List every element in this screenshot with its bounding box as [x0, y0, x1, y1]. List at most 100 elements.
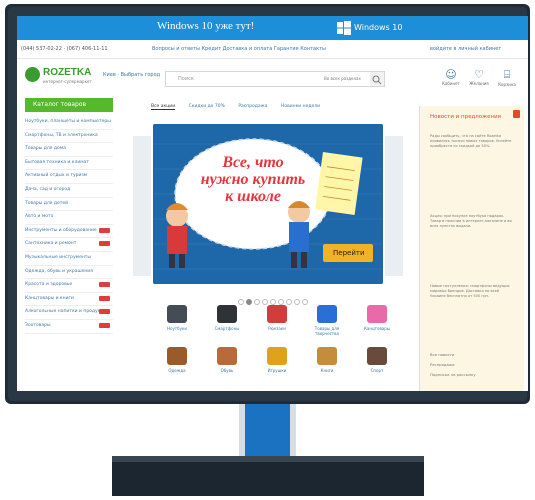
product-tile[interactable]: Одежда — [153, 344, 201, 382]
category-label: Авто и мото — [25, 214, 54, 220]
news-footer-link[interactable]: Все новости — [430, 352, 454, 357]
category-item[interactable]: Активный отдых и туризм — [25, 170, 113, 184]
category-item[interactable]: Товары для детей — [25, 198, 113, 212]
category-item[interactable]: Канцтовары и книги — [25, 293, 113, 307]
tab-new[interactable]: Новинки недели — [281, 104, 320, 109]
category-label: Красота и здоровье — [25, 282, 73, 288]
catalog-button[interactable]: Каталог товаров — [25, 98, 113, 112]
city-selector[interactable]: Киев · Выбрать город — [103, 72, 160, 78]
category-label: Бытовая техника и климат — [25, 159, 90, 165]
product-tile[interactable]: Спорт — [353, 344, 401, 382]
rozetka-logo[interactable]: ROZETKA интернет-супермаркет — [25, 65, 95, 89]
category-item[interactable]: Смартфоны, ТВ и электроника — [25, 130, 113, 144]
banner-line-3: к школе — [225, 188, 281, 205]
product-label: Книги — [320, 368, 334, 373]
product-image — [217, 305, 237, 323]
product-image — [217, 347, 237, 365]
product-tile[interactable]: Смартфоны — [203, 302, 251, 340]
next-banner-peek[interactable] — [385, 136, 403, 276]
product-label: Товары для творчества — [314, 326, 340, 336]
category-label: Инструменты и оборудование — [25, 227, 97, 233]
product-image — [317, 347, 337, 365]
category-item[interactable]: Музыкальные инструменты — [25, 252, 113, 266]
banner-line-2: нужно купить — [200, 171, 306, 188]
news-footer-link[interactable]: Распродажа — [430, 362, 455, 367]
category-label: Канцтовары и книги — [25, 295, 74, 301]
category-item[interactable]: Инструменты и оборудование — [25, 225, 113, 239]
gift-icon — [513, 110, 520, 118]
product-tile[interactable]: Канцтовары — [353, 302, 401, 340]
category-label: Алкогольные напитки и продукты — [25, 309, 107, 315]
category-label: Сантехника и ремонт — [25, 241, 77, 247]
category-label: Дача, сад и огород — [25, 186, 71, 192]
windows-promo-title: Windows 10 уже тут! — [157, 20, 255, 32]
product-tile[interactable]: Игрушки — [253, 344, 301, 382]
category-item[interactable]: Зоотовары — [25, 320, 113, 334]
school-promo-banner[interactable]: Все, что нужно купить к школе Перейти — [153, 124, 383, 284]
banner-cta-button[interactable]: Перейти — [333, 249, 365, 257]
logo-subtitle: интернет-супермаркет — [43, 79, 92, 84]
news-item[interactable]: Акция: при покупке ноутбука подарок. Тов… — [430, 214, 516, 229]
promo-tag-icon — [99, 309, 110, 315]
product-label: Рюкзаки — [268, 326, 286, 331]
category-item[interactable]: Сантехника и ремонт — [25, 238, 113, 252]
category-item[interactable]: Дача, сад и огород — [25, 184, 113, 198]
product-tile[interactable]: Товары для творчества — [303, 302, 351, 340]
catalog-sidebar: Каталог товаров Ноутбуки, планшеты и ком… — [17, 96, 117, 391]
product-image — [367, 305, 387, 323]
product-image — [167, 347, 187, 365]
category-item[interactable]: Авто и мото — [25, 211, 113, 225]
promo-tag-icon — [99, 322, 110, 328]
monitor-neck-accent — [245, 404, 290, 456]
category-item[interactable]: Товары для дома — [25, 143, 113, 157]
category-label: Товары для детей — [25, 200, 69, 206]
top-nav: (044) 537-02-22 · (067) 406-11-11 Вопрос… — [17, 40, 528, 59]
tab-sale[interactable]: Распродажа — [238, 104, 267, 109]
category-label: Товары для дома — [25, 146, 66, 152]
product-tile[interactable]: Ноутбуки — [153, 302, 201, 340]
cart-icon[interactable]: ⌸ Корзина — [493, 68, 521, 87]
product-tile[interactable]: Обувь — [203, 344, 251, 382]
promo-tag-icon — [99, 295, 110, 301]
promo-tabs: Все акции Скидки до 70% Распродажа Новин… — [151, 104, 332, 110]
heart-icon[interactable]: ♡ Желания — [465, 68, 493, 86]
category-item[interactable]: Алкогольные напитки и продукты — [25, 306, 113, 320]
category-label: Одежда, обувь и украшения — [25, 268, 93, 274]
category-item[interactable]: Красота и здоровье — [25, 279, 113, 293]
windows-logo-label: Windows 10 — [354, 23, 403, 32]
main-content: Все акции Скидки до 70% Распродажа Новин… — [123, 96, 413, 391]
windows-promo-bar[interactable]: Windows 10 уже тут! Windows 10 — [17, 16, 528, 40]
product-image — [317, 305, 337, 323]
login-link[interactable]: войдите в личный кабинет — [430, 46, 501, 52]
product-image — [267, 347, 287, 365]
search-box[interactable]: Поиск Во всех разделах — [165, 71, 385, 87]
user-icon[interactable]: ☺ Кабинет — [437, 68, 465, 86]
category-label: Зоотовары — [25, 322, 51, 328]
category-list: Ноутбуки, планшеты и компьютеры Смартфоны… — [25, 116, 113, 334]
news-item[interactable]: Рады сообщить, что на сайте Rozetka появ… — [430, 134, 516, 149]
product-label: Одежда — [168, 368, 186, 373]
category-item[interactable]: Бытовая техника и климат — [25, 157, 113, 171]
search-category-select[interactable]: Во всех разделах — [324, 76, 361, 81]
category-item[interactable]: Ноутбуки, планшеты и компьютеры — [25, 116, 113, 130]
product-label: Ноутбуки — [166, 326, 187, 331]
promo-tag-icon — [99, 241, 110, 247]
news-item[interactable]: Новые поступления: смартфоны ведущих мир… — [430, 284, 516, 299]
product-image — [367, 347, 387, 365]
search-button[interactable] — [370, 72, 384, 86]
screen: Windows 10 уже тут! Windows 10 (044) 537… — [17, 16, 528, 391]
phone-numbers: (044) 537-02-22 · (067) 406-11-11 — [21, 46, 108, 52]
top-links[interactable]: Вопросы и ответы Кредит Доставка и оплат… — [152, 46, 326, 52]
product-tile[interactable]: Рюкзаки — [253, 302, 301, 340]
banner-line-1: Все, что — [222, 154, 284, 171]
news-title: Новости и предложения — [430, 114, 501, 120]
search-input[interactable]: Поиск — [178, 76, 194, 82]
tab-all-promos[interactable]: Все акции — [151, 104, 176, 110]
news-footer-link[interactable]: Подписка на рассылку — [430, 372, 476, 377]
tab-discounts[interactable]: Скидки до 70% — [189, 104, 225, 109]
logo-badge-icon — [25, 67, 40, 82]
prev-banner-peek[interactable] — [133, 136, 151, 276]
category-item[interactable]: Одежда, обувь и украшения — [25, 266, 113, 280]
product-tile[interactable]: Книги — [303, 344, 351, 382]
category-label: Музыкальные инструменты — [25, 254, 91, 260]
